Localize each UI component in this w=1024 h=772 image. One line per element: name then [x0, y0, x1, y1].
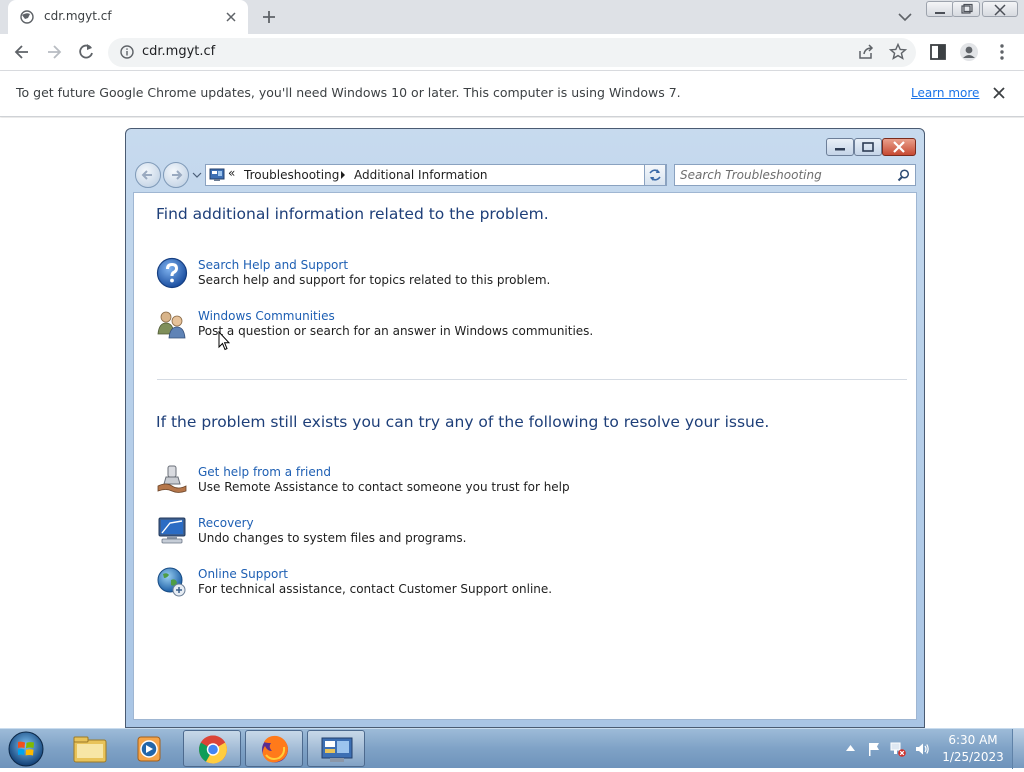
windows-communities-description: Post a question or search for an answer … [198, 324, 594, 338]
control-panel-icon [321, 737, 353, 762]
online-support-description: For technical assistance, contact Custom… [198, 582, 553, 596]
list-item-get-help-from-friend: Get help from a friend Use Remote Assist… [156, 464, 756, 504]
breadcrumb-troubleshooting[interactable]: Troubleshooting [244, 168, 339, 182]
update-infobar: To get future Google Chrome updates, you… [0, 71, 1024, 117]
tab-title: cdr.mgyt.cf [44, 9, 112, 23]
clock-time[interactable]: 6:30 AM [938, 733, 1008, 747]
reload-icon[interactable] [76, 42, 96, 62]
learn-more-link[interactable]: Learn more [911, 86, 979, 100]
bookmark-star-icon[interactable] [888, 42, 908, 62]
restore-button[interactable] [952, 1, 980, 17]
show-desktop-button[interactable] [1012, 729, 1024, 769]
taskbar-media-player[interactable] [121, 730, 179, 767]
chevron-down-icon[interactable] [896, 10, 914, 24]
url-text[interactable]: cdr.mgyt.cf [142, 44, 215, 59]
windows-communities-link[interactable]: Windows Communities [198, 309, 335, 323]
window-minimize-button[interactable] [826, 138, 854, 156]
troubleshooting-window: « Troubleshooting Additional Information… [125, 128, 925, 728]
network-error-icon[interactable] [890, 741, 906, 757]
taskbar-chrome[interactable] [183, 730, 241, 767]
back-arrow-icon[interactable] [12, 42, 32, 62]
breadcrumb-additional-information[interactable]: Additional Information [354, 168, 488, 182]
control-panel-icon [209, 168, 225, 181]
list-item-windows-communities: Windows Communities Post a question or s… [156, 308, 756, 348]
windows-taskbar: 6:30 AM 1/25/2023 [0, 728, 1024, 769]
forward-button[interactable] [163, 162, 189, 188]
profile-avatar-icon[interactable] [959, 42, 979, 62]
search-placeholder: Search Troubleshooting [680, 168, 822, 182]
close-icon [893, 141, 905, 153]
minimize-button[interactable] [926, 1, 954, 17]
minimize-icon [835, 148, 845, 151]
recovery-description: Undo changes to system files and program… [198, 531, 467, 545]
back-button[interactable] [135, 162, 161, 188]
windows-start-orb-icon[interactable] [6, 730, 46, 768]
new-tab-plus-icon[interactable] [260, 8, 278, 26]
address-bar[interactable]: cdr.mgyt.cf [108, 38, 916, 67]
browser-toolbar: cdr.mgyt.cf [0, 34, 1024, 71]
globe-icon [20, 10, 34, 24]
recent-pages-chevron-icon[interactable] [192, 171, 202, 179]
window-close-button[interactable] [882, 138, 916, 156]
list-item-recovery: Recovery Undo changes to system files an… [156, 515, 756, 555]
taskbar-windows-explorer[interactable] [61, 730, 119, 767]
section-divider [157, 379, 907, 380]
browser-tab[interactable]: cdr.mgyt.cf [8, 0, 248, 34]
explorer-address-bar[interactable]: « Troubleshooting Additional Information [205, 164, 667, 186]
restore-icon [961, 3, 973, 14]
volume-speaker-icon[interactable] [914, 741, 930, 757]
search-troubleshooting-input[interactable]: Search Troubleshooting [674, 164, 916, 186]
online-support-globe-icon [157, 567, 186, 597]
online-support-link[interactable]: Online Support [198, 567, 288, 581]
minimize-icon [935, 12, 945, 14]
list-item-search-help: Search Help and Support Search help and … [156, 257, 756, 297]
windows-explorer-icon [73, 736, 107, 763]
recovery-link[interactable]: Recovery [198, 516, 254, 530]
communities-users-icon [157, 311, 186, 339]
share-icon[interactable] [856, 42, 876, 62]
taskbar-firefox[interactable] [245, 730, 303, 767]
breadcrumb-arrow-icon[interactable] [340, 170, 346, 180]
side-panel-icon[interactable] [928, 42, 948, 62]
refresh-button[interactable] [644, 164, 666, 186]
search-icon[interactable] [897, 169, 910, 182]
back-arrow-icon [141, 170, 152, 180]
recovery-computer-icon [158, 517, 186, 544]
chrome-tab-strip: cdr.mgyt.cf [0, 0, 1024, 34]
show-hidden-icons-icon[interactable] [846, 745, 855, 751]
close-infobar-icon[interactable] [991, 85, 1007, 101]
remote-assistance-icon [157, 465, 187, 493]
close-window-button[interactable] [982, 1, 1018, 17]
help-question-icon [156, 257, 188, 289]
search-help-and-support-link[interactable]: Search Help and Support [198, 258, 348, 272]
close-tab-icon[interactable] [224, 10, 238, 24]
get-help-from-friend-link[interactable]: Get help from a friend [198, 465, 331, 479]
clock-date[interactable]: 1/25/2023 [938, 750, 1008, 764]
action-center-flag-icon[interactable] [866, 741, 882, 757]
firefox-icon [262, 735, 288, 763]
get-help-from-friend-description: Use Remote Assistance to contact someone… [198, 480, 570, 494]
kebab-menu-icon[interactable] [992, 42, 1012, 62]
maximize-icon [862, 142, 874, 152]
overflow-chevron[interactable]: « [228, 166, 235, 180]
forward-arrow-icon[interactable] [44, 42, 64, 62]
infobar-message: To get future Google Chrome updates, you… [16, 85, 681, 100]
refresh-icon [649, 169, 661, 181]
chrome-icon [199, 735, 227, 764]
forward-arrow-icon [172, 170, 183, 180]
content-pane: Find additional information related to t… [133, 192, 917, 720]
media-player-icon [137, 736, 161, 762]
section-heading-resolve-issue: If the problem still exists you can try … [156, 413, 770, 431]
mouse-pointer-icon [218, 331, 230, 351]
list-item-online-support: Online Support For technical assistance,… [156, 566, 756, 606]
info-icon[interactable] [120, 45, 134, 59]
section-heading-additional-info: Find additional information related to t… [156, 205, 549, 223]
search-help-description: Search help and support for topics relat… [198, 273, 551, 287]
taskbar-control-panel[interactable] [307, 730, 365, 767]
close-icon [994, 4, 1006, 16]
window-maximize-button[interactable] [854, 138, 882, 156]
